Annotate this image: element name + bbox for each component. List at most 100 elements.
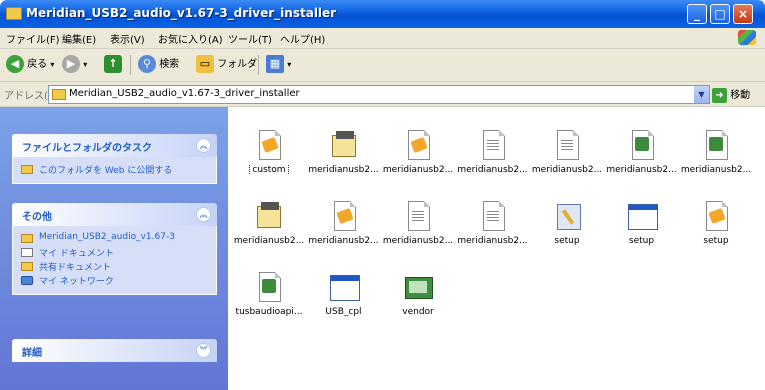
file-label-text: custom	[249, 165, 289, 175]
chevron-down-icon: ▾	[287, 60, 292, 69]
folders-icon: ▭	[196, 55, 214, 73]
maximize-button[interactable]: □	[710, 4, 730, 24]
file-item[interactable]: meridianusb2...	[456, 129, 530, 175]
file-label: vendor	[381, 307, 455, 317]
file-label: meridianusb2...	[456, 165, 530, 175]
file-label: setup	[605, 236, 679, 246]
file-label: USB_cpl	[307, 307, 381, 317]
file-item[interactable]: meridianusb2...	[381, 200, 455, 246]
file-label-text: meridianusb2...	[308, 236, 379, 246]
folder-icon	[21, 234, 33, 243]
menu-favorites[interactable]: お気に入り(A)	[158, 31, 223, 46]
views-icon: ▦	[266, 55, 284, 73]
other-places-header[interactable]: その他 ︽	[12, 203, 217, 226]
folder-tasks-title: ファイルとフォルダのタスク	[22, 143, 152, 154]
file-item[interactable]: tusbaudioapi...	[232, 271, 306, 317]
folder-tasks-body: このフォルダを Web に公開する	[12, 157, 217, 184]
text-document-icon	[477, 200, 509, 232]
file-item[interactable]: vendor	[381, 271, 455, 317]
window-title: Meridian_USB2_audio_v1.67-3_driver_insta…	[26, 6, 337, 20]
file-item[interactable]: meridianusb2...	[307, 129, 381, 175]
file-item[interactable]: setup	[679, 200, 753, 246]
chevron-down-icon[interactable]: ▼	[694, 86, 709, 103]
menu-help[interactable]: ヘルプ(H)	[280, 31, 325, 46]
setup-info-icon	[328, 129, 360, 161]
settings-file-icon	[700, 200, 732, 232]
folder-tasks-panel: ファイルとフォルダのタスク ︽ このフォルダを Web に公開する	[12, 134, 217, 184]
file-label-text: meridianusb2...	[308, 165, 379, 175]
folder-tasks-header[interactable]: ファイルとフォルダのタスク ︽	[12, 134, 217, 157]
forward-button[interactable]: ▶ ▾	[62, 55, 87, 75]
file-label: meridianusb2...	[232, 236, 306, 246]
address-input[interactable]: Meridian_USB2_audio_v1.67-3_driver_insta…	[48, 85, 710, 104]
file-label: custom	[232, 165, 306, 175]
folders-label: フォルダ	[217, 59, 258, 70]
file-label-text: meridianusb2...	[606, 165, 677, 175]
file-item[interactable]: setup	[530, 200, 604, 246]
other-place-my-network[interactable]: マイ ネットワーク	[21, 274, 208, 288]
shared-folder-icon	[21, 262, 33, 271]
file-item[interactable]: meridianusb2...	[530, 129, 604, 175]
folders-button[interactable]: ▭ フォルダ	[196, 55, 257, 75]
other-places-title: その他	[22, 212, 52, 223]
toolbar: ◀ 戻る ▾ ▶ ▾ ↑ ⚲ 検索 ▭ フォルダ ▦ ▾	[0, 49, 765, 82]
back-arrow-icon: ◀	[6, 55, 24, 73]
file-label: setup	[679, 236, 753, 246]
file-label-text: meridianusb2...	[680, 165, 752, 175]
file-item[interactable]: meridianusb2...	[679, 129, 753, 175]
file-list[interactable]: custom meridianusb2... meridianusb2... meri…	[228, 107, 765, 390]
dll-icon	[626, 129, 658, 161]
file-label: meridianusb2...	[381, 165, 455, 175]
file-item[interactable]: meridianusb2...	[232, 200, 306, 246]
forward-arrow-icon: ▶	[62, 55, 80, 73]
publish-icon	[21, 165, 33, 174]
minimize-button[interactable]: _	[687, 4, 707, 24]
details-header[interactable]: 詳細 ︾	[12, 339, 217, 362]
file-label: meridianusb2...	[530, 165, 604, 175]
up-button[interactable]: ↑	[104, 55, 122, 75]
file-item[interactable]: meridianusb2...	[307, 200, 381, 246]
dll-icon	[700, 129, 732, 161]
file-label: meridianusb2...	[456, 236, 530, 246]
menu-tools[interactable]: ツール(T)	[228, 31, 272, 46]
chevron-up-icon[interactable]: ︽	[196, 207, 211, 222]
text-document-icon	[402, 200, 434, 232]
other-place-label: Meridian_USB2_audio_v1.67-3	[39, 232, 175, 242]
publish-folder-label: このフォルダを Web に公開する	[39, 166, 173, 176]
file-item[interactable]: USB_cpl	[307, 271, 381, 317]
menu-edit[interactable]: 編集(E)	[62, 31, 96, 46]
other-place-shared-documents[interactable]: 共有ドキュメント	[21, 260, 208, 274]
file-item[interactable]: custom	[232, 129, 306, 175]
file-item[interactable]: meridianusb2...	[605, 129, 679, 175]
menu-view[interactable]: 表示(V)	[110, 31, 145, 46]
file-label: meridianusb2...	[605, 165, 679, 175]
file-item[interactable]: meridianusb2...	[456, 200, 530, 246]
file-item[interactable]: setup	[605, 200, 679, 246]
menu-bar: ファイル(F) 編集(E) 表示(V) お気に入り(A) ツール(T) ヘルプ(…	[0, 28, 765, 49]
chevron-down-icon[interactable]: ︾	[196, 343, 211, 358]
file-label: meridianusb2...	[307, 165, 381, 175]
file-label-text: setup	[703, 236, 729, 246]
other-place-my-documents[interactable]: マイ ドキュメント	[21, 246, 208, 260]
search-button[interactable]: ⚲ 検索	[138, 55, 179, 75]
file-label-text: setup	[628, 236, 655, 246]
go-button[interactable]: ➜ 移動	[712, 86, 750, 103]
documents-icon	[21, 248, 33, 257]
image-file-icon	[402, 271, 434, 303]
windows-logo-icon	[738, 30, 756, 45]
back-button[interactable]: ◀ 戻る ▾	[6, 55, 54, 75]
menu-file[interactable]: ファイル(F)	[6, 31, 60, 46]
title-bar[interactable]: Meridian_USB2_audio_v1.67-3_driver_insta…	[0, 0, 765, 28]
file-label-text: vendor	[402, 307, 434, 317]
views-button[interactable]: ▦ ▾	[266, 55, 291, 75]
close-button[interactable]: ×	[733, 4, 753, 24]
publish-folder-link[interactable]: このフォルダを Web に公開する	[21, 163, 208, 177]
chevron-up-icon[interactable]: ︽	[196, 138, 211, 153]
other-place-parent-folder[interactable]: Meridian_USB2_audio_v1.67-3	[21, 232, 208, 246]
settings-file-icon	[328, 200, 360, 232]
text-document-icon	[477, 129, 509, 161]
file-item[interactable]: meridianusb2...	[381, 129, 455, 175]
other-place-label: マイ ドキュメント	[39, 249, 114, 259]
go-arrow-icon: ➜	[712, 87, 727, 103]
file-label: tusbaudioapi...	[232, 307, 306, 317]
